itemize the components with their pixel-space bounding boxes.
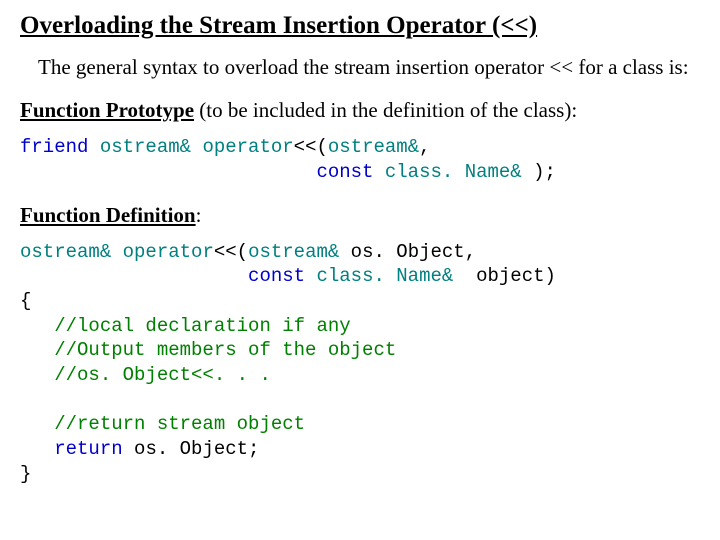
prototype-heading: Function Prototype (to be included in th…	[20, 98, 700, 123]
page-title: Overloading the Stream Insertion Operato…	[20, 12, 700, 40]
proto-indent	[20, 161, 316, 183]
ret-tail: os. Object;	[123, 438, 260, 460]
comma: ,	[419, 136, 430, 158]
operator-token: operator	[202, 136, 293, 158]
intro-text: The general syntax to overload the strea…	[38, 54, 700, 80]
brace-open: {	[20, 290, 31, 312]
def-class-name: class. Name&	[316, 265, 453, 287]
def-indent	[20, 265, 248, 287]
type-ostream-2: ostream&	[328, 136, 419, 158]
def-obj: object)	[453, 265, 556, 287]
def-ostream-2: ostream&	[248, 241, 339, 263]
kw-friend: friend	[20, 136, 100, 158]
proto-tail: );	[522, 161, 556, 183]
brace-close: }	[20, 463, 31, 485]
class-name: class. Name&	[385, 161, 522, 183]
kw-const: const	[316, 161, 384, 183]
prototype-note: (to be included in the definition of the…	[194, 98, 577, 122]
prototype-code: friend ostream& operator<<(ostream&, con…	[20, 135, 700, 184]
definition-heading: Function Definition:	[20, 203, 700, 228]
kw-return: return	[54, 438, 122, 460]
comment-3: //os. Object<<. . .	[20, 364, 271, 386]
definition-label: Function Definition	[20, 203, 196, 227]
def-ostream: ostream&	[20, 241, 123, 263]
prototype-label: Function Prototype	[20, 98, 194, 122]
comment-1: //local declaration if any	[20, 315, 351, 337]
definition-code: ostream& operator<<(ostream& os. Object,…	[20, 240, 700, 487]
def-op-open: <<(	[214, 241, 248, 263]
comment-4: //return stream object	[20, 413, 305, 435]
definition-colon: :	[196, 203, 202, 227]
def-const: const	[248, 265, 316, 287]
op-open: <<(	[294, 136, 328, 158]
def-os1: os. Object,	[339, 241, 476, 263]
comment-2: //Output members of the object	[20, 339, 396, 361]
def-operator: operator	[123, 241, 214, 263]
type-ostream: ostream&	[100, 136, 203, 158]
ret-indent	[20, 438, 54, 460]
